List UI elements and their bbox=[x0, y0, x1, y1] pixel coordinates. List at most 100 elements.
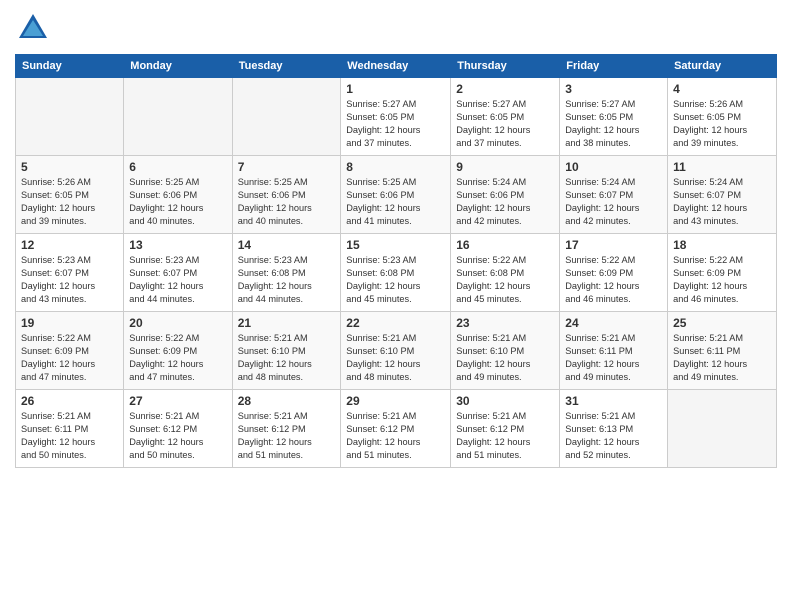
calendar-cell: 2 Sunrise: 5:27 AM Sunset: 6:05 PM Daylig… bbox=[451, 78, 560, 156]
calendar-cell: 11Sunrise: 5:24 AM Sunset: 6:07 PM Dayli… bbox=[668, 156, 777, 234]
th-saturday: Saturday bbox=[668, 55, 777, 78]
logo-icon bbox=[15, 10, 51, 46]
calendar-cell: 14 Sunrise: 5:23 AM Sunset: 6:08 PM Dayli… bbox=[232, 234, 341, 312]
week-row-3: 12 Sunrise: 5:23 AM Sunset: 6:07 PM Dayli… bbox=[16, 234, 777, 312]
calendar-cell: 18 Sunrise: 5:22 AM Sunset: 6:09 PM Dayli… bbox=[668, 234, 777, 312]
day-info: Sunrise: 5:21 AM Sunset: 6:12 PM Dayligh… bbox=[238, 410, 336, 462]
th-sunday: Sunday bbox=[16, 55, 124, 78]
calendar-cell: 25 Sunrise: 5:21 AM Sunset: 6:11 PM Dayli… bbox=[668, 312, 777, 390]
day-number: 4 bbox=[673, 82, 771, 96]
th-thursday: Thursday bbox=[451, 55, 560, 78]
page: Sunday Monday Tuesday Wednesday Thursday… bbox=[0, 0, 792, 612]
calendar-cell: 12 Sunrise: 5:23 AM Sunset: 6:07 PM Dayli… bbox=[16, 234, 124, 312]
day-info: Sunrise: 5:27 AM Sunset: 6:05 PM Dayligh… bbox=[456, 98, 554, 150]
day-number: 28 bbox=[238, 394, 336, 408]
day-number: 27 bbox=[129, 394, 226, 408]
day-info: Sunrise: 5:22 AM Sunset: 6:09 PM Dayligh… bbox=[565, 254, 662, 306]
day-info: Sunrise: 5:27 AM Sunset: 6:05 PM Dayligh… bbox=[346, 98, 445, 150]
calendar-cell: 3 Sunrise: 5:27 AM Sunset: 6:05 PM Daylig… bbox=[560, 78, 668, 156]
week-row-2: 5 Sunrise: 5:26 AM Sunset: 6:05 PM Daylig… bbox=[16, 156, 777, 234]
day-info: Sunrise: 5:22 AM Sunset: 6:09 PM Dayligh… bbox=[673, 254, 771, 306]
day-number: 18 bbox=[673, 238, 771, 252]
week-row-1: 1 Sunrise: 5:27 AM Sunset: 6:05 PM Daylig… bbox=[16, 78, 777, 156]
day-number: 2 bbox=[456, 82, 554, 96]
day-info: Sunrise: 5:23 AM Sunset: 6:07 PM Dayligh… bbox=[129, 254, 226, 306]
day-info: Sunrise: 5:21 AM Sunset: 6:10 PM Dayligh… bbox=[346, 332, 445, 384]
calendar-cell: 31Sunrise: 5:21 AM Sunset: 6:13 PM Dayli… bbox=[560, 390, 668, 468]
calendar-cell: 24 Sunrise: 5:21 AM Sunset: 6:11 PM Dayli… bbox=[560, 312, 668, 390]
calendar-cell: 30Sunrise: 5:21 AM Sunset: 6:12 PM Dayli… bbox=[451, 390, 560, 468]
day-info: Sunrise: 5:24 AM Sunset: 6:07 PM Dayligh… bbox=[673, 176, 771, 228]
day-info: Sunrise: 5:22 AM Sunset: 6:08 PM Dayligh… bbox=[456, 254, 554, 306]
calendar: Sunday Monday Tuesday Wednesday Thursday… bbox=[15, 54, 777, 468]
calendar-cell: 28 Sunrise: 5:21 AM Sunset: 6:12 PM Dayli… bbox=[232, 390, 341, 468]
day-number: 26 bbox=[21, 394, 118, 408]
week-row-5: 26 Sunrise: 5:21 AM Sunset: 6:11 PM Dayli… bbox=[16, 390, 777, 468]
day-info: Sunrise: 5:21 AM Sunset: 6:12 PM Dayligh… bbox=[129, 410, 226, 462]
calendar-cell: 13Sunrise: 5:23 AM Sunset: 6:07 PM Dayli… bbox=[124, 234, 232, 312]
day-number: 21 bbox=[238, 316, 336, 330]
th-wednesday: Wednesday bbox=[341, 55, 451, 78]
day-number: 9 bbox=[456, 160, 554, 174]
day-info: Sunrise: 5:24 AM Sunset: 6:07 PM Dayligh… bbox=[565, 176, 662, 228]
day-number: 20 bbox=[129, 316, 226, 330]
week-row-4: 19 Sunrise: 5:22 AM Sunset: 6:09 PM Dayli… bbox=[16, 312, 777, 390]
calendar-cell: 27 Sunrise: 5:21 AM Sunset: 6:12 PM Dayli… bbox=[124, 390, 232, 468]
day-info: Sunrise: 5:21 AM Sunset: 6:12 PM Dayligh… bbox=[456, 410, 554, 462]
day-number: 25 bbox=[673, 316, 771, 330]
calendar-cell: 9Sunrise: 5:24 AM Sunset: 6:06 PM Daylig… bbox=[451, 156, 560, 234]
day-number: 23 bbox=[456, 316, 554, 330]
calendar-cell bbox=[124, 78, 232, 156]
th-friday: Friday bbox=[560, 55, 668, 78]
day-number: 16 bbox=[456, 238, 554, 252]
day-info: Sunrise: 5:25 AM Sunset: 6:06 PM Dayligh… bbox=[346, 176, 445, 228]
calendar-cell: 16 Sunrise: 5:22 AM Sunset: 6:08 PM Dayli… bbox=[451, 234, 560, 312]
day-number: 24 bbox=[565, 316, 662, 330]
calendar-cell: 23 Sunrise: 5:21 AM Sunset: 6:10 PM Dayli… bbox=[451, 312, 560, 390]
day-info: Sunrise: 5:25 AM Sunset: 6:06 PM Dayligh… bbox=[129, 176, 226, 228]
header bbox=[15, 10, 777, 46]
day-number: 12 bbox=[21, 238, 118, 252]
day-info: Sunrise: 5:23 AM Sunset: 6:08 PM Dayligh… bbox=[346, 254, 445, 306]
day-info: Sunrise: 5:22 AM Sunset: 6:09 PM Dayligh… bbox=[129, 332, 226, 384]
day-number: 19 bbox=[21, 316, 118, 330]
calendar-cell bbox=[232, 78, 341, 156]
day-number: 29 bbox=[346, 394, 445, 408]
day-info: Sunrise: 5:21 AM Sunset: 6:12 PM Dayligh… bbox=[346, 410, 445, 462]
calendar-cell: 7Sunrise: 5:25 AM Sunset: 6:06 PM Daylig… bbox=[232, 156, 341, 234]
day-info: Sunrise: 5:23 AM Sunset: 6:08 PM Dayligh… bbox=[238, 254, 336, 306]
day-number: 22 bbox=[346, 316, 445, 330]
day-number: 1 bbox=[346, 82, 445, 96]
logo bbox=[15, 10, 55, 46]
day-number: 5 bbox=[21, 160, 118, 174]
th-monday: Monday bbox=[124, 55, 232, 78]
day-info: Sunrise: 5:23 AM Sunset: 6:07 PM Dayligh… bbox=[21, 254, 118, 306]
calendar-cell: 6Sunrise: 5:25 AM Sunset: 6:06 PM Daylig… bbox=[124, 156, 232, 234]
calendar-cell: 10 Sunrise: 5:24 AM Sunset: 6:07 PM Dayli… bbox=[560, 156, 668, 234]
day-number: 17 bbox=[565, 238, 662, 252]
calendar-cell: 1 Sunrise: 5:27 AM Sunset: 6:05 PM Daylig… bbox=[341, 78, 451, 156]
calendar-cell: 20 Sunrise: 5:22 AM Sunset: 6:09 PM Dayli… bbox=[124, 312, 232, 390]
calendar-cell: 4 Sunrise: 5:26 AM Sunset: 6:05 PM Daylig… bbox=[668, 78, 777, 156]
day-info: Sunrise: 5:21 AM Sunset: 6:11 PM Dayligh… bbox=[673, 332, 771, 384]
day-info: Sunrise: 5:22 AM Sunset: 6:09 PM Dayligh… bbox=[21, 332, 118, 384]
day-info: Sunrise: 5:26 AM Sunset: 6:05 PM Dayligh… bbox=[673, 98, 771, 150]
calendar-cell bbox=[16, 78, 124, 156]
th-tuesday: Tuesday bbox=[232, 55, 341, 78]
calendar-cell: 5 Sunrise: 5:26 AM Sunset: 6:05 PM Daylig… bbox=[16, 156, 124, 234]
calendar-cell: 17 Sunrise: 5:22 AM Sunset: 6:09 PM Dayli… bbox=[560, 234, 668, 312]
day-info: Sunrise: 5:21 AM Sunset: 6:10 PM Dayligh… bbox=[238, 332, 336, 384]
day-info: Sunrise: 5:21 AM Sunset: 6:10 PM Dayligh… bbox=[456, 332, 554, 384]
calendar-cell: 22 Sunrise: 5:21 AM Sunset: 6:10 PM Dayli… bbox=[341, 312, 451, 390]
day-number: 10 bbox=[565, 160, 662, 174]
calendar-cell: 19 Sunrise: 5:22 AM Sunset: 6:09 PM Dayli… bbox=[16, 312, 124, 390]
day-info: Sunrise: 5:27 AM Sunset: 6:05 PM Dayligh… bbox=[565, 98, 662, 150]
day-info: Sunrise: 5:26 AM Sunset: 6:05 PM Dayligh… bbox=[21, 176, 118, 228]
day-number: 31 bbox=[565, 394, 662, 408]
day-info: Sunrise: 5:21 AM Sunset: 6:11 PM Dayligh… bbox=[21, 410, 118, 462]
day-number: 14 bbox=[238, 238, 336, 252]
day-number: 3 bbox=[565, 82, 662, 96]
day-info: Sunrise: 5:21 AM Sunset: 6:11 PM Dayligh… bbox=[565, 332, 662, 384]
day-number: 8 bbox=[346, 160, 445, 174]
day-number: 7 bbox=[238, 160, 336, 174]
